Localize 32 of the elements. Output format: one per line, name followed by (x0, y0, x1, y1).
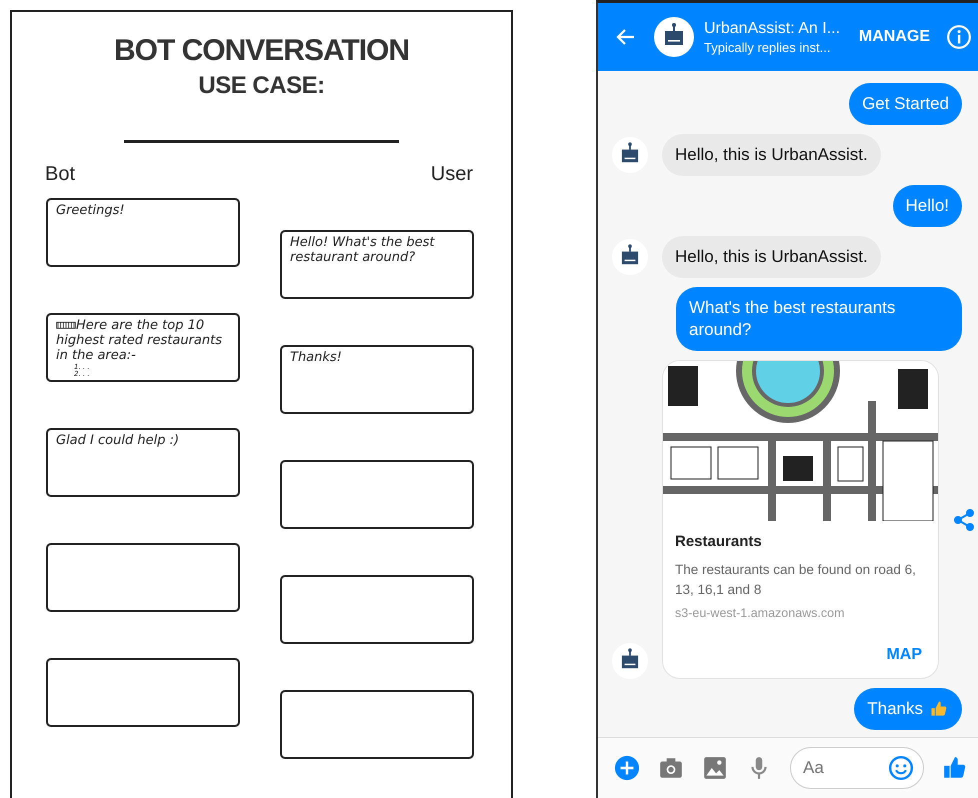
map-button[interactable]: MAP (882, 642, 926, 668)
received-message: Hello, this is UrbanAssist. (662, 134, 881, 176)
handwritten-text: Greetings! (56, 203, 125, 218)
column-heading: Bot (45, 163, 76, 186)
info-icon[interactable] (946, 24, 972, 50)
chat-title: UrbanAssist: An I... (704, 20, 842, 38)
card-description: The restaurants can be found on road 6, 13, 16,1 and 8 (675, 561, 917, 599)
handwritten-text: Glad I could help :) (56, 433, 180, 448)
card-title: Restaurants (675, 533, 763, 550)
like-icon[interactable] (942, 755, 968, 781)
sent-message: Get Started (849, 83, 962, 125)
robot-avatar-icon (612, 643, 648, 679)
handwritten-text: Thanks! (290, 351, 343, 366)
worksheet-subtitle: USE CASE: (198, 72, 325, 100)
manage-button[interactable]: MANAGE (852, 28, 936, 46)
handwritten-text: Here are the top 10 highest rated restaurants in the area:- (56, 318, 222, 363)
image-icon[interactable] (702, 755, 728, 781)
sent-message: What's the best restaurants around? (676, 287, 962, 351)
plus-icon[interactable] (614, 755, 640, 781)
worksheet-title: BOT CONVERSATION (114, 34, 410, 68)
robot-avatar-icon (612, 137, 648, 173)
emoji-icon[interactable] (888, 755, 914, 781)
robot-avatar-icon (654, 17, 694, 57)
sent-message: Hello! (892, 185, 962, 227)
received-message: Hello, this is UrbanAssist. (662, 236, 881, 278)
message-input[interactable]: Aa (790, 747, 924, 789)
column-heading: User (430, 163, 473, 186)
handwritten-text: Hello! What's the best restaurant around? (290, 236, 436, 266)
robot-avatar-icon (612, 239, 648, 275)
sent-message: Thanks (854, 688, 962, 730)
share-icon[interactable] (952, 508, 976, 532)
chat-status: Typically replies inst... (704, 40, 832, 54)
